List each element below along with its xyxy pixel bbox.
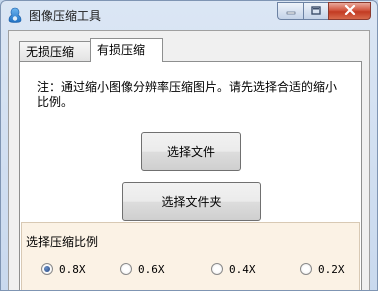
ratio-option-0.2x[interactable]: 0.2X — [300, 261, 345, 277]
ratio-option-0.6x[interactable]: 0.6X — [120, 261, 165, 277]
caption-buttons — [277, 2, 371, 21]
ratio-option-label: 0.2X — [318, 262, 345, 276]
select-folder-button[interactable]: 选择文件夹 — [122, 182, 261, 221]
radio-button-icon[interactable] — [300, 263, 312, 275]
app-window: 图像压缩工具 无损压缩 有损压缩 注：通过缩小图像分辨率压缩图片。请先选择合适的… — [0, 0, 378, 291]
radio-button-icon[interactable] — [120, 263, 132, 275]
app-icon — [7, 7, 23, 23]
window-title: 图像压缩工具 — [29, 9, 102, 23]
ratio-option-label: 0.8X — [59, 262, 86, 276]
radio-button-icon[interactable] — [211, 263, 223, 275]
maximize-icon — [311, 4, 321, 18]
radio-button-icon[interactable] — [41, 263, 53, 275]
minimize-icon — [286, 4, 296, 18]
ratio-option-0.4x[interactable]: 0.4X — [211, 261, 256, 277]
close-button[interactable] — [328, 2, 371, 20]
ratio-group-label: 选择压缩比例 — [26, 235, 99, 249]
client-area: 无损压缩 有损压缩 注：通过缩小图像分辨率压缩图片。请先选择合适的缩小比例。 选… — [8, 30, 370, 290]
select-file-button[interactable]: 选择文件 — [141, 132, 241, 171]
tab-lossy[interactable]: 有损压缩 — [90, 38, 163, 62]
instruction-note: 注：通过缩小图像分辨率压缩图片。请先选择合适的缩小比例。 — [37, 80, 338, 109]
ratio-option-label: 0.6X — [138, 262, 165, 276]
maximize-button[interactable] — [303, 2, 328, 20]
ratio-option-label: 0.4X — [229, 262, 256, 276]
title-bar[interactable]: 图像压缩工具 — [1, 1, 377, 29]
close-icon — [344, 4, 356, 18]
tab-lossless[interactable]: 无损压缩 — [19, 41, 92, 61]
minimize-button[interactable] — [277, 2, 303, 20]
ratio-option-0.8x[interactable]: 0.8X — [41, 261, 86, 277]
